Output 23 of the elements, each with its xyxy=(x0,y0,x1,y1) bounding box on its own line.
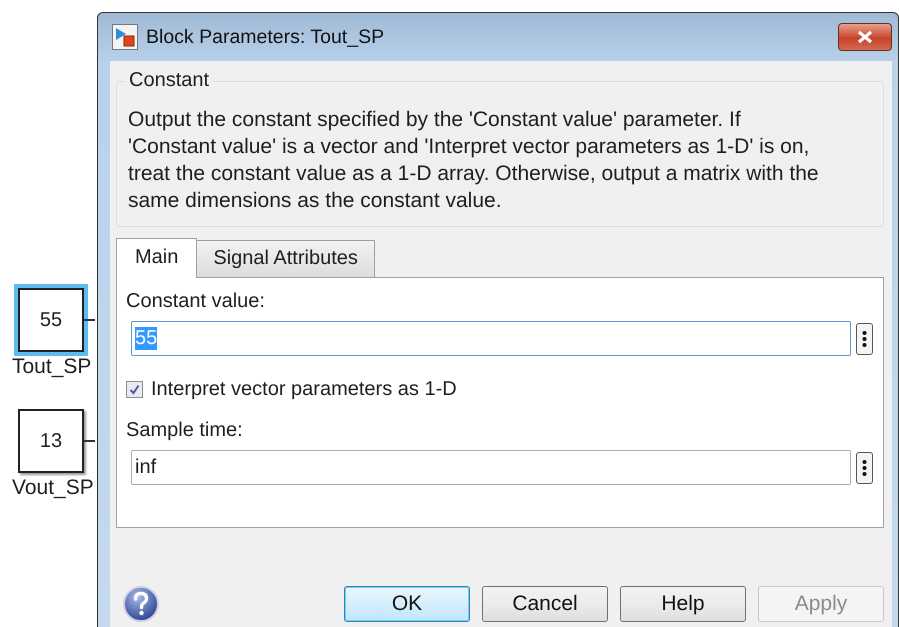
input-field[interactable]: inf xyxy=(131,450,851,485)
dots-icon xyxy=(862,330,867,348)
block-icon xyxy=(112,24,138,50)
dialog-button[interactable]: Cancel xyxy=(482,586,608,622)
close-button[interactable] xyxy=(838,23,892,51)
checkbox[interactable] xyxy=(126,381,143,398)
field-label: Sample time: xyxy=(126,419,244,442)
dialog-button[interactable]: Help xyxy=(620,586,746,622)
more-options-button[interactable] xyxy=(856,452,873,484)
help-icon[interactable] xyxy=(122,585,160,623)
close-icon xyxy=(855,30,875,44)
field-label: Constant value: xyxy=(126,290,266,313)
more-options-button[interactable] xyxy=(856,322,873,354)
block-label: Vout_SP xyxy=(12,476,94,500)
tab[interactable]: Signal Attributes xyxy=(196,240,375,277)
description-text: Output the constant specified by the 'Constant value' parameter. If 'Constant value' is a vector and 'Interpret vector parameters as 1-D' is on, treat the constant value as a 1-D array. Otherwise, output a matrix with the same dimensions as the constant value. xyxy=(128,107,820,214)
dots-icon xyxy=(862,458,867,476)
block-label: Tout_SP xyxy=(12,355,92,379)
checkbox-label: Interpret vector parameters as 1-D xyxy=(151,378,457,401)
tab[interactable]: Main xyxy=(116,238,198,278)
dialog-button[interactable]: OK xyxy=(344,586,470,622)
constant-block[interactable]: 13 xyxy=(18,409,84,473)
window-title: Block Parameters: Tout_SP xyxy=(146,26,386,48)
